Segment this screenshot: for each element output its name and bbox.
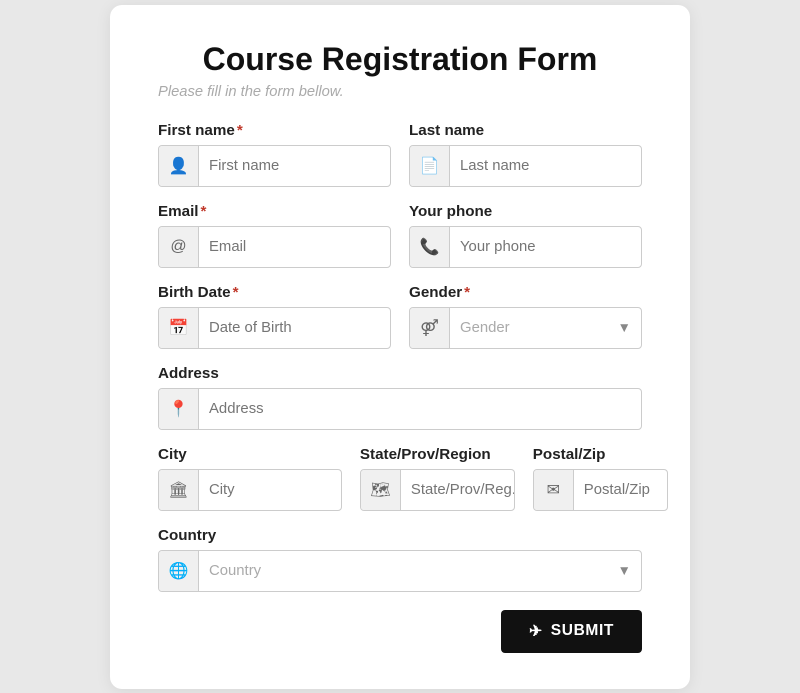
label-email: Email* xyxy=(158,203,391,220)
zip-input[interactable] xyxy=(574,470,669,510)
label-country: Country xyxy=(158,527,642,544)
building-icon: 🏛 xyxy=(159,470,199,510)
country-select[interactable]: Country United States Canada United King… xyxy=(199,551,641,591)
group-gender: Gender* ⚤ Gender Male Female Other ▼ xyxy=(409,284,642,349)
input-wrapper-city: 🏛 xyxy=(158,469,342,511)
row-country: Country 🌐 Country United States Canada U… xyxy=(158,527,642,592)
input-wrapper-address: 📍 xyxy=(158,388,642,430)
row-name: First name* 👤 Last name 📄 xyxy=(158,122,642,187)
email-input[interactable] xyxy=(199,227,391,267)
gender-select[interactable]: Gender Male Female Other xyxy=(450,308,641,348)
group-country: Country 🌐 Country United States Canada U… xyxy=(158,527,642,592)
last-name-input[interactable] xyxy=(450,146,642,186)
label-phone: Your phone xyxy=(409,203,642,220)
input-wrapper-state: 🗺 xyxy=(360,469,515,511)
group-state: State/Prov/Region 🗺 xyxy=(360,446,515,511)
state-input[interactable] xyxy=(401,470,515,510)
required-star-email: * xyxy=(201,203,207,220)
group-email: Email* @ xyxy=(158,203,391,268)
form-subtitle: Please fill in the form bellow. xyxy=(158,84,642,100)
address-input[interactable] xyxy=(199,389,641,429)
row-birth-gender: Birth Date* 📅 Gender* ⚤ Gender Male Fema… xyxy=(158,284,642,349)
input-wrapper-birth-date: 📅 xyxy=(158,307,391,349)
label-city: City xyxy=(158,446,342,463)
phone-icon: 📞 xyxy=(410,227,450,267)
label-last-name: Last name xyxy=(409,122,642,139)
label-first-name: First name* xyxy=(158,122,391,139)
label-birth-date: Birth Date* xyxy=(158,284,391,301)
input-wrapper-first-name: 👤 xyxy=(158,145,391,187)
row-address: Address 📍 xyxy=(158,365,642,430)
send-icon: ✈ xyxy=(529,622,543,641)
mail-icon: ✉ xyxy=(534,470,574,510)
input-wrapper-zip: ✉ xyxy=(533,469,669,511)
submit-button[interactable]: ✈ SUBMIT xyxy=(501,610,642,653)
phone-input[interactable] xyxy=(450,227,642,267)
input-wrapper-last-name: 📄 xyxy=(409,145,642,187)
label-address: Address xyxy=(158,365,642,382)
calendar-icon: 📅 xyxy=(159,308,199,348)
registration-form-card: Course Registration Form Please fill in … xyxy=(110,5,690,689)
required-star-birth: * xyxy=(233,284,239,301)
birth-date-input[interactable] xyxy=(199,308,391,348)
required-star-gender: * xyxy=(464,284,470,301)
group-phone: Your phone 📞 xyxy=(409,203,642,268)
group-first-name: First name* 👤 xyxy=(158,122,391,187)
input-wrapper-email: @ xyxy=(158,226,391,268)
group-city: City 🏛 xyxy=(158,446,342,511)
id-card-icon: 📄 xyxy=(410,146,450,186)
first-name-input[interactable] xyxy=(199,146,391,186)
gender-icon: ⚤ xyxy=(410,308,450,348)
row-city-state-zip: City 🏛 State/Prov/Region 🗺 Postal/Zip ✉ xyxy=(158,446,642,511)
required-star-first-name: * xyxy=(237,122,243,139)
at-icon: @ xyxy=(159,227,199,267)
input-wrapper-gender: ⚤ Gender Male Female Other ▼ xyxy=(409,307,642,349)
input-wrapper-phone: 📞 xyxy=(409,226,642,268)
input-wrapper-country: 🌐 Country United States Canada United Ki… xyxy=(158,550,642,592)
city-input[interactable] xyxy=(199,470,342,510)
group-address: Address 📍 xyxy=(158,365,642,430)
label-state: State/Prov/Region xyxy=(360,446,515,463)
person-icon: 👤 xyxy=(159,146,199,186)
location-icon: 📍 xyxy=(159,389,199,429)
label-zip: Postal/Zip xyxy=(533,446,669,463)
label-gender: Gender* xyxy=(409,284,642,301)
group-birth-date: Birth Date* 📅 xyxy=(158,284,391,349)
group-last-name: Last name 📄 xyxy=(409,122,642,187)
map-icon: 🗺 xyxy=(361,470,401,510)
submit-row: ✈ SUBMIT xyxy=(158,610,642,653)
row-email-phone: Email* @ Your phone 📞 xyxy=(158,203,642,268)
globe-icon: 🌐 xyxy=(159,551,199,591)
group-zip: Postal/Zip ✉ xyxy=(533,446,669,511)
form-title: Course Registration Form xyxy=(158,41,642,78)
